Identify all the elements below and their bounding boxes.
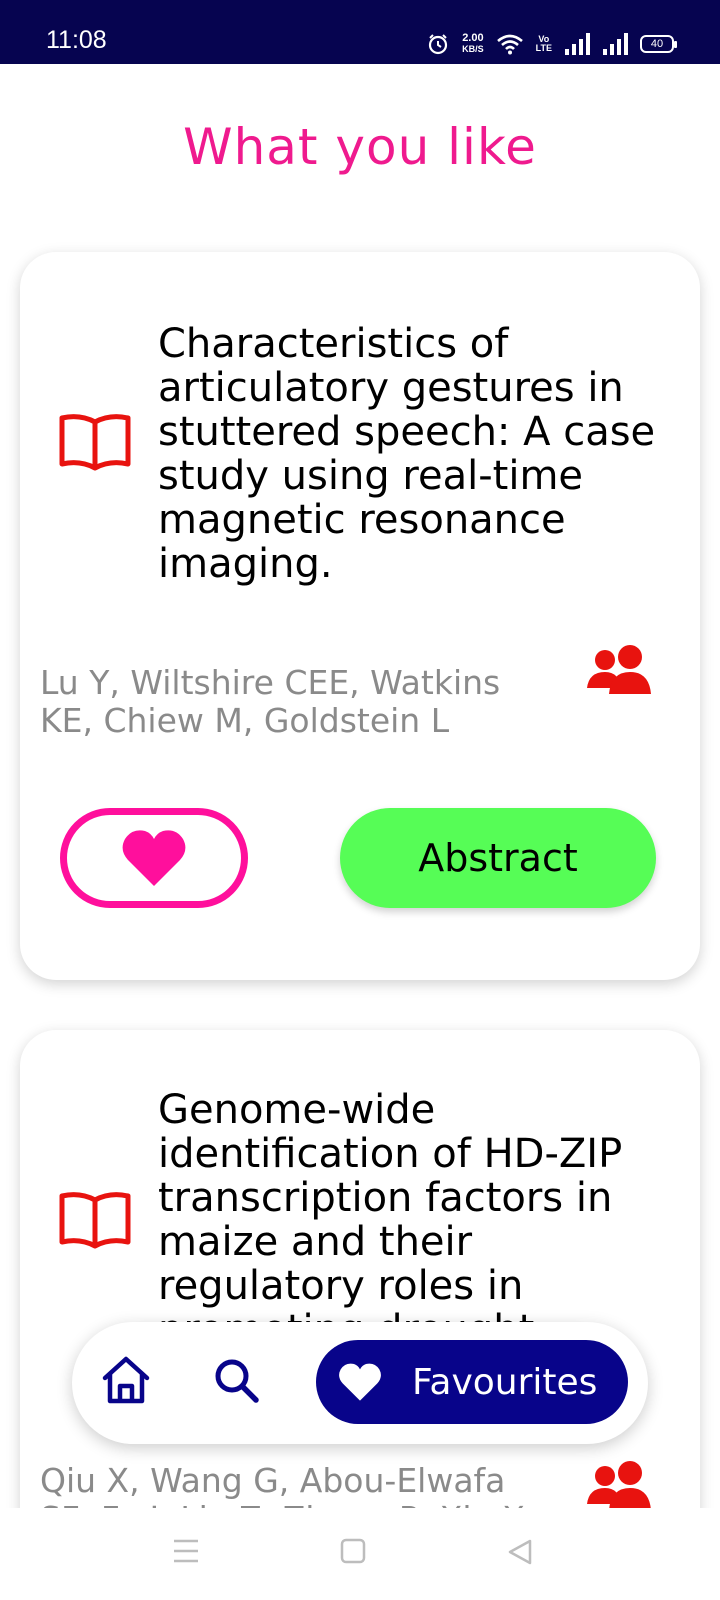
status-bar: 11:08 2.00 KB/S Vo LTE 40 <box>0 0 720 64</box>
heart-icon <box>122 830 186 886</box>
book-icon <box>59 414 131 471</box>
volte-indicator: Vo LTE <box>536 35 552 53</box>
bottom-nav: Favourites <box>72 1322 648 1444</box>
menu-icon[interactable] <box>172 1538 200 1564</box>
like-button[interactable] <box>60 808 248 908</box>
net-speed-value: 2.00 <box>462 32 484 44</box>
wifi-icon <box>496 34 523 55</box>
status-time: 11:08 <box>46 26 107 54</box>
status-icons: 2.00 KB/S Vo LTE 40 <box>426 30 677 58</box>
article-title: Characteristics of articulatory gestures… <box>158 321 656 587</box>
back-icon[interactable] <box>506 1538 534 1566</box>
page-title: What you like <box>183 118 537 176</box>
home-button-icon[interactable] <box>340 1538 366 1564</box>
alarm-icon <box>429 34 448 55</box>
people-icon <box>587 645 651 694</box>
people-icon <box>587 1461 651 1510</box>
system-nav-bar <box>0 1508 720 1600</box>
heart-icon <box>339 1363 381 1401</box>
favourites-label: Favourites <box>412 1361 598 1403</box>
article-authors: Lu Y, Wiltshire CEE, Watkins KE, Chiew M… <box>40 663 501 740</box>
search-icon[interactable] <box>212 1356 260 1404</box>
net-speed-unit: KB/S <box>462 44 484 54</box>
favourites-tab[interactable]: Favourites <box>316 1340 628 1424</box>
home-icon[interactable] <box>100 1354 152 1406</box>
signal-icon <box>565 33 590 55</box>
net-speed: 2.00 KB/S <box>462 33 484 55</box>
abstract-button[interactable]: Abstract <box>340 808 656 908</box>
signal-icon <box>603 33 628 55</box>
battery-icon: 40 <box>640 35 677 53</box>
volte-bottom: LTE <box>535 43 552 53</box>
book-icon <box>59 1192 131 1249</box>
article-card: Genome-wide identification of HD-ZIP tra… <box>20 1030 700 1590</box>
article-title: Genome-wide identification of HD-ZIP tra… <box>158 1088 623 1346</box>
article-card: Characteristics of articulatory gestures… <box>20 252 700 980</box>
